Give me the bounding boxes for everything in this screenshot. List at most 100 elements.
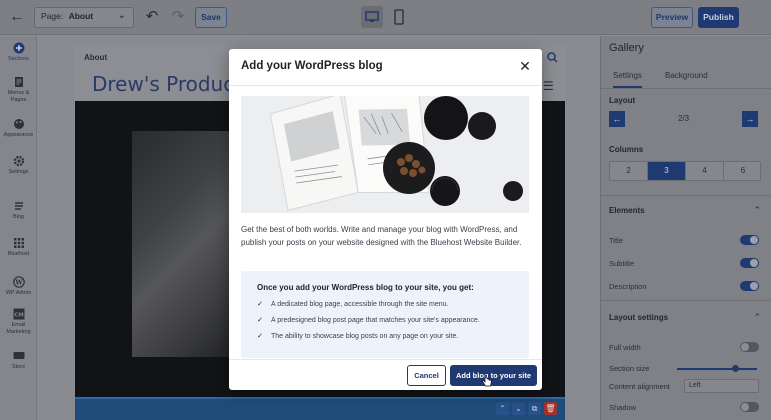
column-option-4[interactable]: 4 bbox=[686, 162, 724, 180]
sidebar-item-email-marketing[interactable]: CM Email Marketing bbox=[0, 308, 37, 335]
panel-title: Gallery bbox=[609, 42, 644, 54]
elements-label: Elements bbox=[609, 206, 645, 215]
tab-settings[interactable]: Settings bbox=[613, 71, 642, 88]
cm-icon: CM bbox=[13, 308, 24, 320]
description-toggle[interactable] bbox=[740, 281, 759, 291]
modal-title: Add your WordPress blog bbox=[241, 60, 383, 72]
redo-icon[interactable]: ↷ bbox=[169, 8, 187, 26]
shadow-label: Shadow bbox=[609, 403, 637, 412]
document-icon bbox=[14, 77, 23, 87]
benefits-title: Once you add your WordPress blog to your… bbox=[257, 283, 474, 292]
section-size-slider[interactable] bbox=[677, 368, 757, 370]
arrow-right-icon[interactable]: → bbox=[742, 111, 758, 127]
sidebar-item-store[interactable]: Store bbox=[0, 350, 37, 371]
checkmark-icon: ✓ bbox=[257, 333, 263, 340]
hero-photo bbox=[132, 131, 232, 357]
chevron-up-icon[interactable]: ⌃ bbox=[753, 312, 761, 323]
undo-icon[interactable]: ↶ bbox=[143, 8, 161, 26]
tab-background[interactable]: Background bbox=[665, 71, 708, 80]
search-icon[interactable] bbox=[547, 52, 558, 66]
site-nav-about[interactable]: About bbox=[84, 53, 107, 62]
benefit-text: A dedicated blog page, accessible throug… bbox=[271, 301, 449, 308]
layout-settings-label: Layout settings bbox=[609, 313, 669, 322]
duplicate-icon[interactable]: ⧉ bbox=[528, 402, 541, 415]
sidebar-item-menus-pages[interactable]: Menus & Pages bbox=[0, 76, 37, 103]
columns-selector: 2 3 4 6 bbox=[609, 161, 761, 181]
blog-illustration-image bbox=[241, 96, 529, 213]
chevron-up-icon[interactable]: ⌃ bbox=[753, 205, 761, 216]
palette-icon bbox=[13, 119, 24, 129]
sidebar-item-label: Store bbox=[11, 364, 26, 370]
back-arrow-icon[interactable]: ← bbox=[8, 8, 26, 26]
sidebar-item-bluehost[interactable]: Bluehost bbox=[0, 237, 37, 258]
preview-button[interactable]: Preview bbox=[651, 7, 693, 28]
content-alignment-label: Content alignment bbox=[609, 382, 670, 391]
add-blog-button[interactable]: Add blog to your site bbox=[450, 365, 537, 386]
save-button[interactable]: Save bbox=[195, 7, 227, 28]
left-sidebar: Sections Menus & Pages Appearance Settin… bbox=[0, 36, 37, 420]
chevron-down-icon: ⌄ bbox=[117, 10, 126, 21]
move-up-icon[interactable]: ⌃ bbox=[496, 402, 509, 415]
sidebar-item-label: Appearance bbox=[3, 132, 34, 138]
top-toolbar: ← Page: About ⌄ ↶ ↷ Save Preview Publish bbox=[0, 0, 771, 35]
sidebar-item-sections[interactable]: Sections bbox=[0, 42, 37, 63]
modal-divider bbox=[229, 85, 542, 86]
sidebar-item-label: WP Admin bbox=[5, 290, 32, 296]
divider bbox=[601, 88, 771, 89]
sidebar-item-label: Settings bbox=[8, 169, 29, 175]
sidebar-item-settings[interactable]: Settings bbox=[0, 155, 37, 176]
layout-label: Layout bbox=[609, 96, 636, 105]
right-settings-panel: Gallery Settings Background Layout ← 2/3… bbox=[600, 36, 771, 420]
benefit-item: ✓ A predesigned blog post page that match… bbox=[257, 316, 522, 324]
content-alignment-select[interactable]: Left bbox=[684, 379, 759, 393]
layout-value: 2/3 bbox=[677, 114, 690, 123]
hamburger-menu-icon[interactable]: ☰ bbox=[543, 79, 554, 93]
column-option-6[interactable]: 6 bbox=[724, 162, 762, 180]
benefit-item: ✓ A dedicated blog page, accessible throu… bbox=[257, 300, 522, 308]
section-size-label: Section size bbox=[609, 364, 650, 373]
divider bbox=[601, 300, 771, 301]
subtitle-toggle[interactable] bbox=[740, 258, 759, 268]
add-blog-modal: Add your WordPress blog ✕ Get the best o… bbox=[229, 49, 542, 390]
full-width-toggle[interactable] bbox=[740, 342, 759, 352]
element-title-label: Title bbox=[609, 236, 623, 245]
element-subtitle-label: Subtitle bbox=[609, 259, 635, 268]
mobile-view-icon[interactable] bbox=[388, 6, 410, 28]
store-icon bbox=[13, 352, 24, 359]
cancel-button[interactable]: Cancel bbox=[407, 365, 446, 386]
close-icon[interactable]: ✕ bbox=[518, 59, 532, 73]
column-option-3[interactable]: 3 bbox=[648, 162, 686, 180]
sidebar-item-label: Email Marketing bbox=[6, 322, 31, 335]
sidebar-item-wp-admin[interactable]: W WP Admin bbox=[0, 276, 37, 297]
sidebar-item-label: Bluehost bbox=[7, 251, 30, 257]
svg-text:CM: CM bbox=[14, 313, 24, 319]
sidebar-item-appearance[interactable]: Appearance bbox=[0, 118, 37, 139]
grid-icon bbox=[13, 238, 24, 248]
publish-button[interactable]: Publish bbox=[698, 7, 739, 28]
section-size-slider-handle[interactable] bbox=[732, 365, 739, 372]
shadow-toggle[interactable] bbox=[740, 402, 759, 412]
desktop-view-icon[interactable] bbox=[361, 6, 383, 28]
sidebar-item-label: Sections bbox=[7, 56, 30, 62]
page-select[interactable]: Page: About ⌄ bbox=[34, 7, 134, 28]
move-down-icon[interactable]: ⌄ bbox=[512, 402, 525, 415]
delete-icon[interactable]: 🗑 bbox=[544, 402, 557, 415]
element-description-label: Description bbox=[609, 282, 647, 291]
modal-description: Get the best of both worlds. Write and m… bbox=[241, 225, 522, 247]
blog-icon bbox=[14, 202, 23, 210]
wordpress-icon: W bbox=[12, 276, 25, 288]
hand-cursor-icon bbox=[482, 374, 492, 387]
title-toggle[interactable] bbox=[740, 235, 759, 245]
divider bbox=[601, 195, 771, 196]
checkmark-icon: ✓ bbox=[257, 317, 263, 324]
columns-label: Columns bbox=[609, 145, 644, 154]
gallery-section-strip[interactable] bbox=[75, 397, 565, 420]
column-option-2[interactable]: 2 bbox=[610, 162, 648, 180]
arrow-left-icon[interactable]: ← bbox=[609, 111, 625, 127]
sidebar-item-blog[interactable]: Blog bbox=[0, 200, 37, 221]
checkmark-icon: ✓ bbox=[257, 301, 263, 308]
svg-text:W: W bbox=[14, 278, 23, 286]
full-width-label: Full width bbox=[609, 343, 641, 352]
benefit-text: The ability to showcase blog posts on an… bbox=[271, 333, 459, 340]
benefit-item: ✓ The ability to showcase blog posts on a… bbox=[257, 332, 522, 340]
